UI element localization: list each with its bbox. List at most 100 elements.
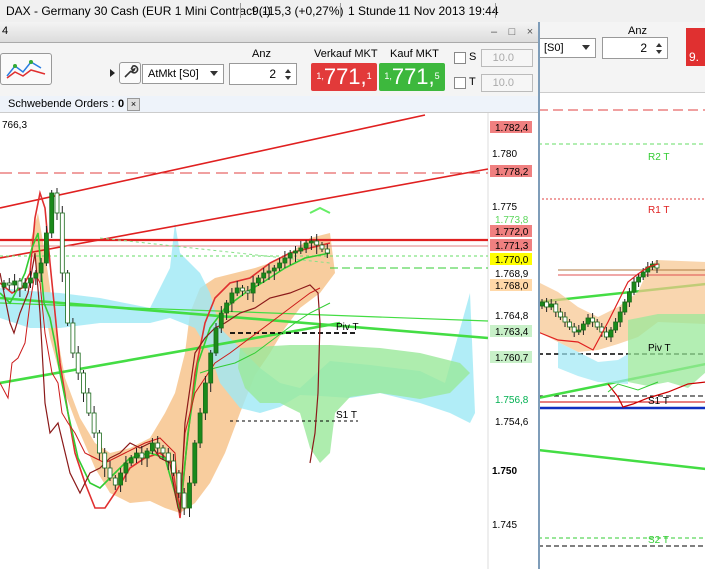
- front-window-titlebar[interactable]: 4 – □ ×: [0, 22, 538, 43]
- back-sell-button[interactable]: 9.: [686, 28, 705, 66]
- candle: [234, 287, 240, 294]
- back-order-type-select[interactable]: [S0]: [538, 38, 596, 58]
- stop-input[interactable]: 10.0: [481, 49, 533, 67]
- candle: [250, 282, 256, 294]
- chevron-up-icon[interactable]: [656, 43, 662, 47]
- candle: [314, 240, 320, 246]
- candle: [539, 301, 545, 307]
- wrench-icon[interactable]: [119, 62, 141, 84]
- price-box-label: 1.773,8: [495, 215, 529, 226]
- buy-button[interactable]: 1,771,5: [379, 63, 445, 91]
- price-box-label: 1.778,2: [495, 167, 529, 178]
- candle: [277, 262, 283, 269]
- candle: [33, 272, 39, 279]
- candle: [139, 452, 145, 459]
- front-chart-window[interactable]: 4 – □ × AtMkt [S0] Anz 2 Verkauf MKT 1,7…: [0, 22, 540, 569]
- buy-suffix: 5: [434, 71, 440, 81]
- chart-settings-icon[interactable]: [0, 53, 52, 85]
- sell-suffix: 1: [366, 71, 372, 81]
- candle: [604, 331, 609, 338]
- candle: [627, 291, 632, 303]
- price-box-label: 1.763,4: [495, 327, 529, 338]
- candle: [585, 317, 591, 325]
- pending-orders-count: 0: [118, 98, 125, 110]
- title-separator: [240, 3, 241, 18]
- candle: [59, 212, 65, 274]
- candle: [562, 316, 568, 323]
- level-label-s1: S1 T: [648, 396, 669, 407]
- candle: [123, 462, 129, 474]
- candle: [640, 271, 646, 278]
- order-type-value: AtMkt [S0]: [148, 68, 199, 80]
- candle: [192, 442, 198, 484]
- chevron-down-icon: [582, 45, 590, 50]
- candle: [261, 272, 267, 279]
- candle: [613, 321, 618, 331]
- level-label-piv: Piv T: [648, 343, 671, 354]
- title-separator: [495, 3, 496, 18]
- candle: [187, 482, 192, 509]
- candle: [197, 412, 203, 444]
- candle: [49, 192, 55, 234]
- pending-orders-bar: Schwebende Orders : 0 ×: [0, 96, 538, 113]
- qty-stepper[interactable]: 2: [229, 63, 297, 85]
- price-box-label: 1.772,0: [495, 227, 529, 238]
- sell-prefix: 1,: [316, 71, 324, 81]
- candle: [622, 301, 628, 313]
- candle: [567, 321, 573, 328]
- candle: [303, 242, 309, 249]
- back-order-type-value: [S0]: [544, 42, 564, 54]
- front-chart-canvas[interactable]: Piv T S1 T 766,3 1.780 1.775 1.750 1.745…: [0, 113, 538, 569]
- level-label-piv: Piv T: [336, 322, 359, 333]
- candle: [81, 372, 86, 394]
- expand-arrow-icon[interactable]: [110, 69, 115, 77]
- chevron-up-icon[interactable]: [285, 69, 291, 73]
- candle: [134, 452, 139, 459]
- candle: [590, 317, 595, 323]
- candle: [287, 252, 293, 259]
- target-checkbox[interactable]: [454, 77, 466, 89]
- back-chart-window[interactable]: [S0] Anz 2 9. R2 T R1 T Piv T S1 T S2 T: [537, 22, 705, 569]
- order-type-select[interactable]: AtMkt [S0]: [142, 64, 224, 84]
- price-tick: 1.745: [492, 520, 517, 531]
- candle: [97, 432, 102, 454]
- chevron-down-icon[interactable]: [285, 76, 291, 80]
- close-icon[interactable]: ×: [127, 98, 140, 111]
- candle: [282, 257, 288, 264]
- trend-line: [538, 448, 705, 471]
- price-box-label: 1.754,6: [495, 417, 529, 428]
- back-qty-stepper[interactable]: 2: [602, 37, 668, 59]
- candle: [255, 277, 261, 284]
- candle: [324, 248, 330, 254]
- candle: [548, 303, 554, 308]
- close-icon[interactable]: ×: [524, 26, 536, 38]
- back-qty-label: Anz: [628, 25, 647, 37]
- minimize-icon[interactable]: –: [488, 26, 500, 38]
- target-label: T: [469, 76, 476, 88]
- candle: [6, 282, 12, 286]
- top-left-value: 766,3: [2, 120, 27, 131]
- back-qty-value: 2: [640, 41, 647, 55]
- candle: [202, 382, 208, 414]
- timeframe: 1 Stunde: [348, 4, 397, 18]
- candle: [636, 276, 641, 283]
- candle: [160, 447, 166, 454]
- target-input[interactable]: 10.0: [481, 74, 533, 92]
- candle: [266, 270, 272, 274]
- chevron-down-icon[interactable]: [656, 50, 662, 54]
- candle: [218, 312, 224, 329]
- level-label-r1: R1 T: [648, 205, 670, 216]
- candle: [245, 290, 251, 294]
- qty-value: 2: [269, 67, 276, 81]
- candle: [86, 392, 92, 414]
- price-box-label: 1.756,8: [495, 395, 529, 406]
- sell-button[interactable]: 1,771,1: [311, 63, 377, 91]
- back-chart-canvas[interactable]: R2 T R1 T Piv T S1 T S2 T: [538, 92, 705, 569]
- stop-checkbox[interactable]: [454, 52, 466, 64]
- candle: [213, 327, 219, 354]
- price-box-label: 1.764,8: [495, 311, 529, 322]
- candle: [28, 277, 33, 284]
- candle: [107, 467, 113, 479]
- restore-icon[interactable]: □: [506, 26, 518, 38]
- candle: [308, 240, 314, 244]
